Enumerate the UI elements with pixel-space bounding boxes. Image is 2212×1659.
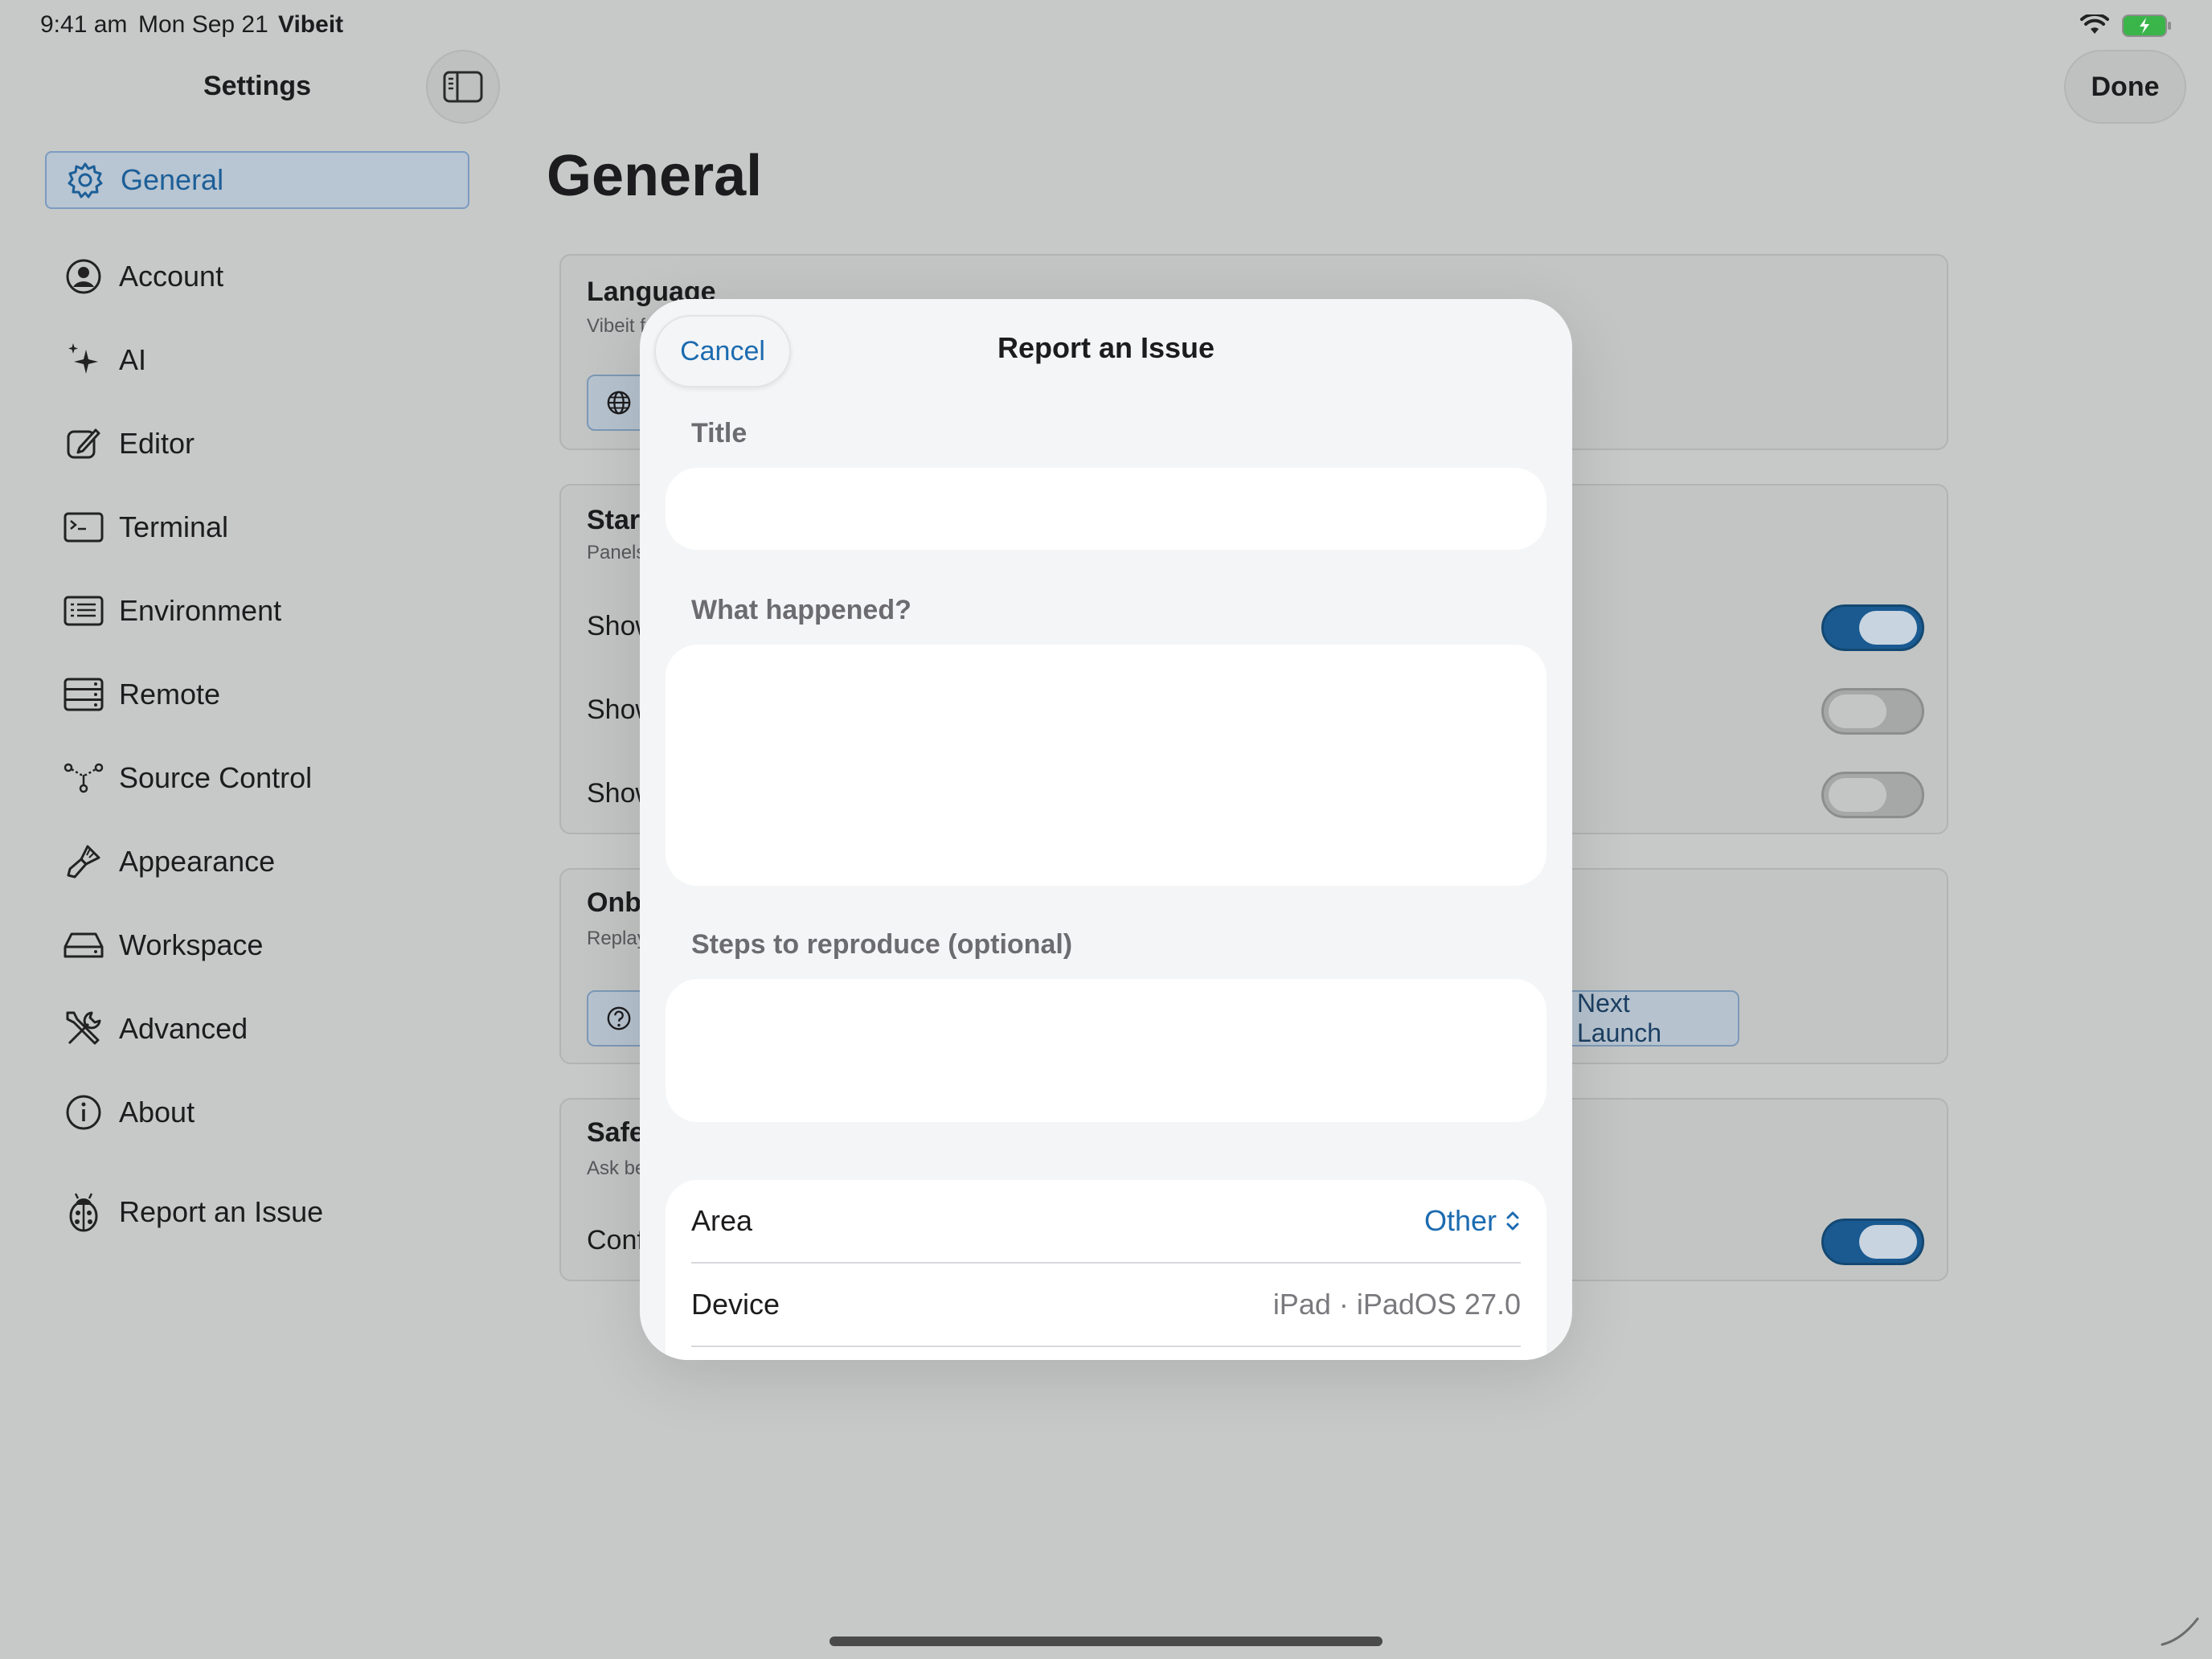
steps-label: Steps to reproduce (optional) bbox=[691, 929, 1073, 960]
report-issue-sheet: Cancel Report an Issue Title What happen… bbox=[640, 299, 1572, 1360]
sidebar-item-terminal[interactable]: Terminal bbox=[45, 485, 469, 569]
device-row: Device iPad · iPadOS 27.0 bbox=[691, 1264, 1521, 1347]
area-row[interactable]: Area Other bbox=[691, 1180, 1521, 1264]
sidebar-item-about[interactable]: About bbox=[45, 1071, 469, 1154]
sidebar-item-appearance[interactable]: Appearance bbox=[45, 820, 469, 903]
sidebar-item-label: Appearance bbox=[119, 845, 276, 878]
title-field[interactable] bbox=[666, 468, 1546, 550]
status-date: Mon Sep 21 bbox=[138, 11, 268, 38]
globe-icon bbox=[607, 391, 631, 415]
sidebar-item-environment[interactable]: Environment bbox=[45, 569, 469, 653]
gear-icon bbox=[64, 159, 106, 201]
sidebar-item-editor[interactable]: Editor bbox=[45, 402, 469, 485]
area-label: Area bbox=[691, 1204, 753, 1237]
sidebar-item-source-control[interactable]: Source Control bbox=[45, 736, 469, 820]
branch-icon bbox=[63, 757, 104, 799]
battery-charging-icon bbox=[2122, 14, 2171, 37]
card-title: Star bbox=[587, 505, 641, 535]
card-title: Safe bbox=[587, 1117, 645, 1148]
drive-icon bbox=[63, 924, 104, 966]
sidebar-item-label: AI bbox=[119, 343, 147, 376]
sheet-title: Report an Issue bbox=[997, 331, 1215, 364]
setting-row-label: Conf bbox=[587, 1225, 645, 1256]
sidebar-item-remote[interactable]: Remote bbox=[45, 653, 469, 736]
sidebar-toggle-button[interactable] bbox=[426, 50, 500, 124]
sidebar-item-label: General bbox=[121, 163, 224, 196]
what-happened-label: What happened? bbox=[691, 595, 911, 625]
sidebar-item-label: About bbox=[119, 1096, 195, 1129]
sidebar-item-label: Terminal bbox=[119, 510, 229, 543]
chevron-up-down-icon bbox=[1506, 1211, 1519, 1231]
server-icon bbox=[63, 674, 104, 715]
sidebar-item-label: Source Control bbox=[119, 761, 313, 794]
sidebar-nav: General Account AI Editor Terminal Envir… bbox=[45, 151, 469, 1254]
sidebar-item-workspace[interactable]: Workspace bbox=[45, 903, 469, 987]
card-subtitle: Vibeit f bbox=[587, 315, 645, 337]
safety-toggle[interactable] bbox=[1821, 1219, 1924, 1265]
page-title: General bbox=[547, 144, 763, 208]
info-icon bbox=[63, 1092, 104, 1133]
what-happened-field[interactable] bbox=[666, 645, 1546, 886]
startup-toggle-1[interactable] bbox=[1821, 604, 1924, 651]
card-title: Onb bbox=[587, 887, 641, 918]
sidebar-item-label: Environment bbox=[119, 594, 282, 627]
wrench-screwdriver-icon bbox=[63, 1008, 104, 1050]
wifi-icon bbox=[2080, 14, 2109, 34]
done-button[interactable]: Done bbox=[2064, 50, 2186, 124]
steps-field[interactable] bbox=[666, 979, 1546, 1122]
sidebar-item-report-issue[interactable]: Report an Issue bbox=[45, 1170, 469, 1254]
sidebar-item-label: Editor bbox=[119, 427, 195, 460]
next-launch-button[interactable]: Next Launch bbox=[1558, 989, 1739, 1047]
sidebar-item-ai[interactable]: AI bbox=[45, 318, 469, 402]
device-label: Device bbox=[691, 1288, 780, 1321]
device-value: iPad · iPadOS 27.0 bbox=[1272, 1288, 1521, 1321]
sidebar-item-label: Advanced bbox=[119, 1012, 248, 1045]
list-icon bbox=[63, 590, 104, 632]
card-subtitle: Panels bbox=[587, 542, 646, 563]
startup-toggle-2[interactable] bbox=[1821, 688, 1924, 735]
issue-info-group: Area Other Device iPad · iPadOS 27.0 bbox=[666, 1180, 1546, 1360]
status-bar: 9:41 am Mon Sep 21 Vibeit bbox=[40, 11, 2172, 43]
person-circle-icon bbox=[63, 256, 104, 297]
terminal-icon bbox=[63, 506, 104, 548]
ladybug-icon bbox=[63, 1191, 104, 1233]
paintbrush-icon bbox=[63, 841, 104, 883]
sidebar-item-label: Workspace bbox=[119, 928, 264, 961]
sidebar-icon bbox=[443, 71, 483, 103]
area-value: Other bbox=[1423, 1204, 1497, 1237]
title-label: Title bbox=[691, 418, 748, 449]
sidebar-item-advanced[interactable]: Advanced bbox=[45, 987, 469, 1071]
pencil-stroke-icon bbox=[2161, 1617, 2199, 1646]
sidebar-item-label: Remote bbox=[119, 678, 221, 711]
sparkles-icon bbox=[63, 339, 104, 381]
sidebar-item-general[interactable]: General bbox=[45, 151, 469, 209]
area-picker[interactable]: Other bbox=[1424, 1204, 1521, 1238]
sidebar-item-label: Account bbox=[119, 260, 224, 293]
sidebar-title: Settings bbox=[203, 71, 312, 101]
question-circle-icon bbox=[607, 1006, 631, 1030]
startup-toggle-3[interactable] bbox=[1821, 772, 1924, 818]
status-app-name: Vibeit bbox=[278, 11, 344, 38]
sidebar-item-account[interactable]: Account bbox=[45, 235, 469, 318]
sidebar-item-label: Report an Issue bbox=[119, 1195, 324, 1228]
card-subtitle: Replay bbox=[587, 928, 647, 949]
status-time: 9:41 am bbox=[40, 11, 128, 38]
edit-icon bbox=[63, 423, 104, 465]
home-indicator bbox=[830, 1636, 1382, 1646]
card-subtitle: Ask be bbox=[587, 1157, 646, 1179]
